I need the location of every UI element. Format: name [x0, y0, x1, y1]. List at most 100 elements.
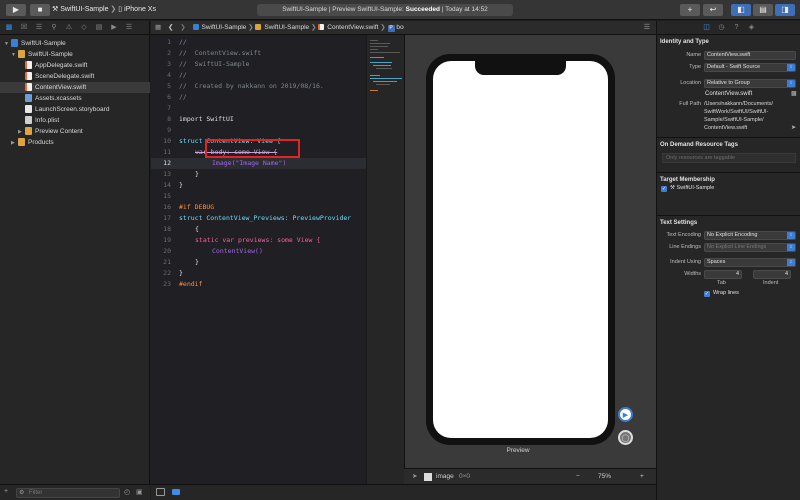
- tree-item-products[interactable]: ▶ Products: [0, 137, 150, 148]
- tree-item-appdelegate[interactable]: AppDelegate.swift: [0, 60, 150, 71]
- section-title: Target Membership: [660, 177, 715, 183]
- tab-width-field[interactable]: 4: [704, 270, 742, 279]
- scheme-selector[interactable]: ⚒ SwiftUI-Sample ❯ ▯ iPhone Xs: [52, 4, 156, 16]
- toolbar: ▶ ■ ⚒ SwiftUI-Sample ❯ ▯ iPhone Xs Swift…: [0, 0, 800, 20]
- location-file: ContentView.swift: [705, 91, 753, 97]
- attributes-icon[interactable]: ◈: [747, 24, 756, 32]
- help-icon[interactable]: ?: [732, 24, 741, 32]
- tree-item-project[interactable]: ▼ SwiftUI-Sample: [0, 38, 150, 49]
- indent-width-field[interactable]: 4: [753, 270, 791, 279]
- code-line: 4//: [167, 71, 187, 79]
- device-notch: [475, 61, 566, 75]
- indent-using-select[interactable]: Spaces: [704, 258, 796, 267]
- jump-file[interactable]: ContentView.swift: [327, 24, 378, 31]
- target-icon: ⚒: [670, 185, 675, 191]
- library-button[interactable]: +: [680, 4, 700, 16]
- folder-reveal-icon[interactable]: ▩: [791, 90, 797, 97]
- code-line: 21}: [163, 258, 199, 266]
- hide-debug-icon[interactable]: [156, 488, 165, 496]
- code-line: 2// ContentView.swift: [167, 49, 262, 57]
- preview-canvas[interactable]: Preview ▶ ◯: [404, 35, 656, 468]
- report-icon[interactable]: ☰: [125, 24, 133, 32]
- debug-icon[interactable]: ▤: [95, 24, 103, 32]
- stop-button[interactable]: ■: [30, 4, 50, 16]
- tree-item-launchscreen[interactable]: LaunchScreen.storyboard: [0, 104, 150, 115]
- swift-file-icon: [25, 61, 32, 70]
- related-items-icon[interactable]: ▦: [155, 24, 161, 31]
- breakpoint-toggle-icon[interactable]: [172, 489, 180, 495]
- target-checkbox[interactable]: ✓: [661, 186, 667, 192]
- debug-area-bar: [151, 484, 656, 500]
- location-select[interactable]: Relative to Group: [704, 79, 796, 88]
- back-icon[interactable]: ❮: [168, 24, 173, 31]
- tree-item-assets[interactable]: Assets.xcassets: [0, 93, 150, 104]
- jump-project[interactable]: SwiftUI-Sample: [202, 24, 247, 31]
- code-review-button[interactable]: ↩: [703, 4, 723, 16]
- search-icon[interactable]: ⚲: [50, 24, 58, 32]
- zoom-out-button[interactable]: −: [576, 469, 580, 485]
- canvas-footer: ➤ image 0×0 − 75% +: [404, 468, 656, 484]
- project-icon: [11, 39, 18, 48]
- live-preview-button[interactable]: ▶: [618, 407, 633, 422]
- recent-icon[interactable]: ◴: [124, 488, 130, 496]
- code-line: 13}: [163, 170, 199, 178]
- iphone-icon: ▯: [118, 6, 123, 13]
- reveal-in-finder-icon[interactable]: ➤: [791, 124, 796, 131]
- swift-file-icon: [25, 83, 32, 92]
- tree-item-scenedelegate[interactable]: SceneDelegate.swift: [0, 71, 150, 82]
- add-icon[interactable]: +: [4, 488, 8, 495]
- full-path: /Users/nakkann/Documents/ SwiftWork/Swif…: [704, 101, 774, 131]
- wrap-lines-label: Wrap lines: [713, 290, 739, 296]
- folder-icon[interactable]: ▩: [5, 24, 13, 32]
- issue-icon[interactable]: ⚠: [65, 24, 73, 32]
- navigator-filter-bar: + ⚙ Filter ◴ ▣: [0, 484, 150, 500]
- tree-item-infoplist[interactable]: Info.plist: [0, 115, 150, 126]
- tree-item-group[interactable]: ▼ SwiftUI-Sample: [0, 49, 150, 60]
- code-line: 19 static var previews: some View {: [163, 236, 321, 244]
- canvas-options-icon[interactable]: ☰: [644, 23, 650, 31]
- activity-status: SwiftUI-Sample | Preview SwiftUI-Sample:…: [257, 4, 513, 16]
- line-endings-select[interactable]: No Explicit Line Endings: [704, 243, 796, 252]
- symbol-icon[interactable]: ☰: [35, 24, 43, 32]
- jump-folder[interactable]: SwiftUI-Sample: [264, 24, 309, 31]
- inspect-preview-button[interactable]: ◯: [618, 430, 633, 445]
- canvas-jump-bar: ☰: [404, 21, 656, 35]
- jump-bar: ▦ ❮ ❯ SwiftUI-Sample ❯ SwiftUI-Sample ❯ …: [151, 21, 410, 35]
- code-line-current: 12 Image("Image Name"): [151, 158, 366, 169]
- file-icon[interactable]: ◫: [702, 24, 711, 32]
- name-field[interactable]: ContentView.swift: [704, 51, 796, 60]
- pin-icon[interactable]: ➤: [412, 469, 417, 485]
- toggle-inspector-button[interactable]: ◨: [775, 4, 795, 16]
- toggle-debug-button[interactable]: ▤: [753, 4, 773, 16]
- plist-icon: [25, 116, 32, 125]
- source-editor[interactable]: 1// 2// ContentView.swift 3// SwiftUI-Sa…: [151, 35, 366, 484]
- code-line: 7: [167, 104, 171, 112]
- test-icon[interactable]: ◇: [80, 24, 88, 32]
- encoding-select[interactable]: No Explicit Encoding: [704, 231, 796, 240]
- code-line: 5// Created by nakkann on 2019/08/16.: [167, 82, 324, 90]
- history-icon[interactable]: ◷: [717, 24, 726, 32]
- toggle-navigator-button[interactable]: ◧: [731, 4, 751, 16]
- zoom-level[interactable]: 75%: [598, 469, 611, 485]
- section-title: Text Settings: [660, 220, 698, 226]
- code-line: 23 #endif: [163, 280, 203, 288]
- minimap[interactable]: [366, 35, 404, 484]
- breakpoint-icon[interactable]: ▶: [110, 24, 118, 32]
- scm-filter-icon[interactable]: ▣: [136, 488, 143, 496]
- wrap-lines-checkbox[interactable]: ✓: [704, 291, 710, 297]
- filter-input[interactable]: ⚙ Filter: [16, 488, 120, 498]
- folder-icon: [25, 127, 32, 136]
- project-icon: [192, 24, 199, 31]
- source-control-icon[interactable]: ☒: [20, 24, 28, 32]
- highlight-annotation: [205, 139, 300, 158]
- run-button[interactable]: ▶: [6, 4, 26, 16]
- tree-item-preview-content[interactable]: ▶ Preview Content: [0, 126, 150, 137]
- forward-icon[interactable]: ❯: [180, 24, 185, 31]
- navigator-tabs: ▩ ☒ ☰ ⚲ ⚠ ◇ ▤ ▶ ☰: [0, 21, 149, 35]
- code-line: 18{: [163, 225, 199, 233]
- tree-item-contentview[interactable]: ContentView.swift: [0, 82, 150, 93]
- file-inspector: ◫ ◷ ? ◈ Identity and Type Name ContentVi…: [656, 21, 800, 500]
- zoom-in-button[interactable]: +: [640, 469, 644, 485]
- section-title: Identity and Type: [660, 39, 709, 45]
- type-select[interactable]: Default - Swift Source: [704, 63, 796, 72]
